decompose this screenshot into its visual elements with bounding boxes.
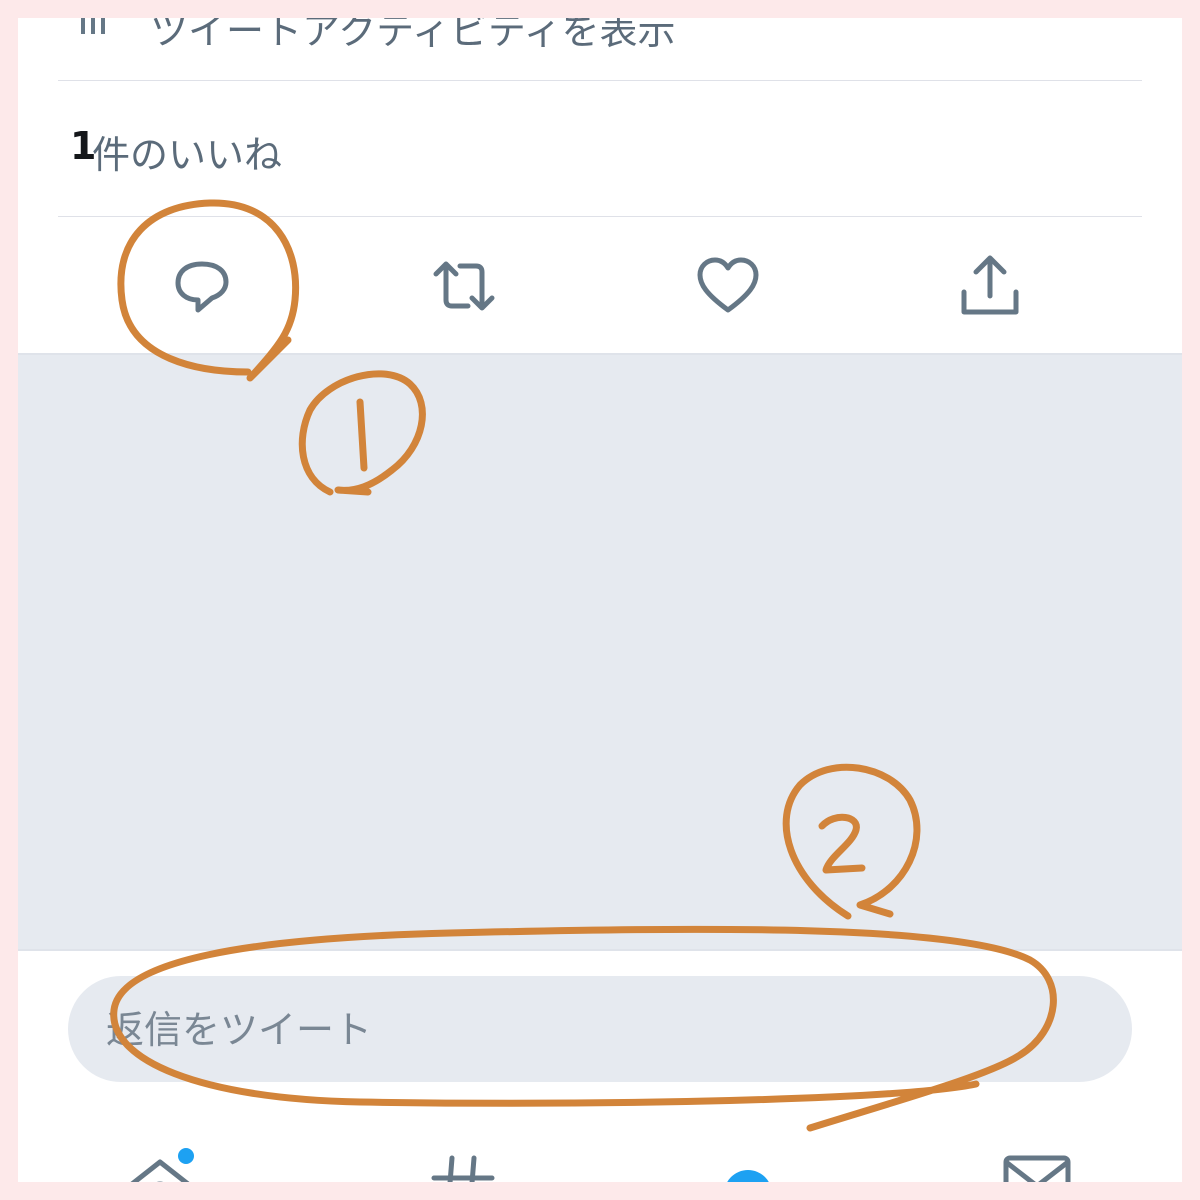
home-icon[interactable] [122,1148,202,1182]
reply-composer[interactable] [68,976,1132,1084]
retweet-icon[interactable] [428,250,500,322]
profile-icon[interactable] [708,1148,788,1182]
tweet-action-bar [18,217,1182,353]
tweet-activity-row[interactable]: ツイートアクティビティを表示 [58,18,1142,81]
replies-area [18,353,1182,951]
reply-icon[interactable] [166,250,238,322]
analytics-icon [81,18,105,34]
reply-input[interactable] [104,976,1088,1084]
tweet-detail-screen: ツイートアクティビティを表示 1 件のいいね [18,18,1182,1182]
explore-icon[interactable] [422,1148,502,1182]
likes-label: 件のいいね [92,133,283,177]
notification-dot [178,1148,194,1164]
messages-icon[interactable] [998,1148,1078,1182]
like-icon[interactable] [692,250,764,322]
bottom-tab-bar [18,1118,1182,1182]
likes-row[interactable]: 1 件のいいね [58,80,1142,217]
share-icon[interactable] [954,250,1026,322]
tweet-activity-label: ツイートアクティビティを表示 [150,18,676,53]
